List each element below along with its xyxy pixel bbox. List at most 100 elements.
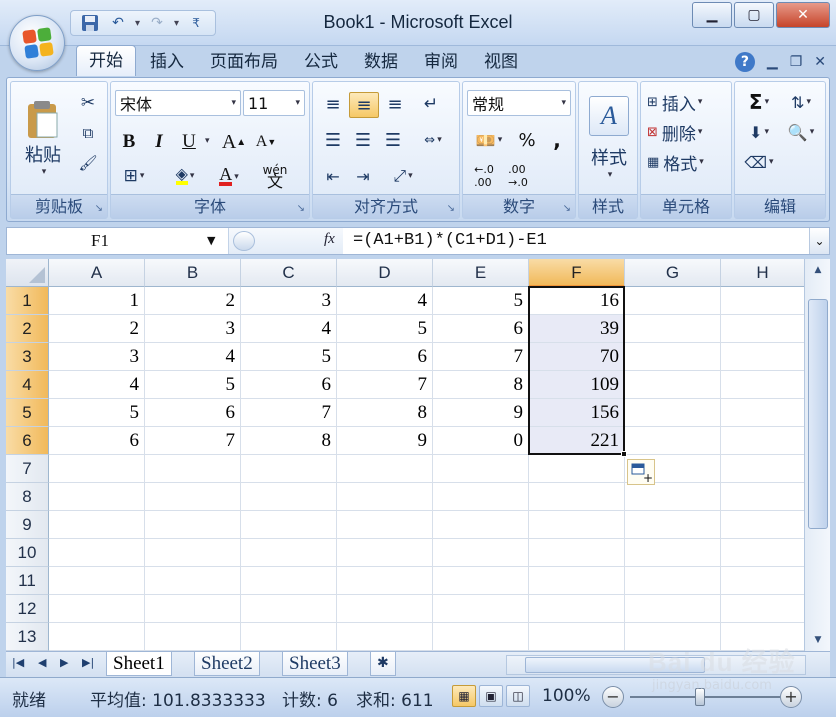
align-center-icon[interactable]: ☰ [349, 128, 377, 152]
row-header-10[interactable]: 10 [6, 539, 49, 567]
sheet-tab-sheet2[interactable]: Sheet2 [194, 652, 260, 676]
cell-d2[interactable]: 5 [337, 315, 433, 343]
page-break-view-icon[interactable]: ◫ [506, 685, 530, 707]
cell-a1[interactable]: 1 [49, 287, 145, 315]
cell-c8[interactable] [241, 483, 337, 511]
orientation-icon[interactable]: ⤢ ▾ [383, 164, 423, 188]
cell-c9[interactable] [241, 511, 337, 539]
tab-page-layout[interactable]: 页面布局 [198, 48, 290, 76]
row-header-5[interactable]: 5 [6, 399, 49, 427]
tab-data[interactable]: 数据 [352, 48, 410, 76]
cell-a2[interactable]: 2 [49, 315, 145, 343]
normal-view-icon[interactable]: ▦ [452, 685, 476, 707]
last-sheet-icon[interactable]: ▶| [82, 656, 94, 669]
cell-g5[interactable] [625, 399, 721, 427]
grow-font-button[interactable]: A ▲ [221, 130, 247, 154]
cell-d10[interactable] [337, 539, 433, 567]
cell-c1[interactable]: 3 [241, 287, 337, 315]
cell-d6[interactable]: 9 [337, 427, 433, 455]
cell-g8[interactable] [625, 483, 721, 511]
auto-fill-options-icon[interactable]: + [627, 459, 655, 485]
format-cells-button[interactable]: ▦ 格式 ▾ [647, 150, 727, 175]
row-header-9[interactable]: 9 [6, 511, 49, 539]
styles-button[interactable]: A 样式 ▾ [583, 88, 635, 188]
cell-e6[interactable]: 0 [433, 427, 529, 455]
scroll-up-icon[interactable]: ▲ [808, 261, 828, 279]
row-header-4[interactable]: 4 [6, 371, 49, 399]
vertical-scroll-thumb[interactable] [808, 299, 828, 529]
increase-indent-icon[interactable]: ⇥ [349, 164, 377, 188]
horizontal-scroll-thumb[interactable] [525, 657, 705, 673]
zoom-level[interactable]: 100% [542, 686, 591, 706]
underline-button[interactable]: U [177, 130, 201, 154]
horizontal-scrollbar[interactable] [506, 655, 806, 675]
cut-icon[interactable]: ✂ [75, 92, 101, 114]
shrink-font-button[interactable]: A ▼ [253, 130, 279, 154]
first-sheet-icon[interactable]: |◀ [12, 656, 24, 669]
cell-e12[interactable] [433, 595, 529, 623]
font-size-select[interactable]: 11 ▾ [243, 90, 305, 116]
autosum-button[interactable]: Σ ▾ [741, 90, 777, 114]
underline-dropdown-icon[interactable]: ▾ [205, 136, 210, 146]
row-header-12[interactable]: 12 [6, 595, 49, 623]
scroll-down-icon[interactable]: ▼ [808, 631, 828, 649]
tab-formulas[interactable]: 公式 [292, 48, 350, 76]
cell-c6[interactable]: 8 [241, 427, 337, 455]
cell-a5[interactable]: 5 [49, 399, 145, 427]
decrease-indent-icon[interactable]: ⇤ [319, 164, 347, 188]
name-box[interactable]: F1 [7, 228, 229, 254]
align-top-icon[interactable]: ≡ [319, 92, 347, 116]
cell-e13[interactable] [433, 623, 529, 651]
cell-f1[interactable]: 16 [529, 287, 625, 315]
fill-handle[interactable] [621, 451, 627, 457]
page-layout-view-icon[interactable]: ▣ [479, 685, 503, 707]
cell-b10[interactable] [145, 539, 241, 567]
font-color-button[interactable]: A ▾ [209, 164, 249, 188]
cell-b12[interactable] [145, 595, 241, 623]
column-header-e[interactable]: E [433, 259, 529, 287]
merge-center-icon[interactable]: ⇔ ▾ [413, 128, 453, 152]
worksheet-grid[interactable]: A B C D E F G H 1 1 2 3 4 5 16 2 2 3 4 5 6 39 3 3 4 5 6 7 70 4 4 5 6 7 8 10… [6, 259, 804, 651]
zoom-in-button[interactable]: + [780, 686, 802, 708]
ribbon-restore-icon[interactable]: ❐ [790, 54, 803, 70]
help-icon[interactable]: ? [734, 52, 755, 72]
row-header-6[interactable]: 6 [6, 427, 49, 455]
cell-d5[interactable]: 8 [337, 399, 433, 427]
cell-b1[interactable]: 2 [145, 287, 241, 315]
formula-input[interactable]: =(A1+B1)*(C1+D1)-E1 [353, 228, 547, 254]
cell-c5[interactable]: 7 [241, 399, 337, 427]
cell-h10[interactable] [721, 539, 804, 567]
cell-a9[interactable] [49, 511, 145, 539]
next-sheet-icon[interactable]: ▶ [60, 656, 68, 669]
cell-d4[interactable]: 7 [337, 371, 433, 399]
cell-h3[interactable] [721, 343, 804, 371]
cell-c13[interactable] [241, 623, 337, 651]
row-header-3[interactable]: 3 [6, 343, 49, 371]
cell-c11[interactable] [241, 567, 337, 595]
copy-icon[interactable]: ⧉ [75, 122, 101, 144]
paste-button[interactable]: 粘贴 ▾ [17, 88, 69, 188]
cell-c7[interactable] [241, 455, 337, 483]
wrap-text-icon[interactable]: ↵ [417, 92, 445, 116]
cell-h1[interactable] [721, 287, 804, 315]
number-format-select[interactable]: 常规 ▾ [467, 90, 571, 116]
increase-decimal-icon[interactable]: ←.0.00 [469, 163, 499, 189]
bold-button[interactable]: B [117, 130, 141, 154]
ribbon-minimize-icon[interactable]: ▁ [767, 54, 778, 70]
sheet-tab-sheet1[interactable]: Sheet1 [106, 652, 172, 676]
cell-e9[interactable] [433, 511, 529, 539]
cell-f12[interactable] [529, 595, 625, 623]
cell-d13[interactable] [337, 623, 433, 651]
column-header-h[interactable]: H [721, 259, 804, 287]
cell-g13[interactable] [625, 623, 721, 651]
row-header-2[interactable]: 2 [6, 315, 49, 343]
vertical-scrollbar[interactable]: ▲ ▼ [804, 259, 830, 651]
cell-g9[interactable] [625, 511, 721, 539]
restore-button[interactable]: ▢ [734, 2, 774, 28]
cell-d9[interactable] [337, 511, 433, 539]
cell-a10[interactable] [49, 539, 145, 567]
sheet-tab-sheet3[interactable]: Sheet3 [282, 652, 348, 676]
align-left-icon[interactable]: ☰ [319, 128, 347, 152]
cell-h8[interactable] [721, 483, 804, 511]
cell-f5[interactable]: 156 [529, 399, 625, 427]
